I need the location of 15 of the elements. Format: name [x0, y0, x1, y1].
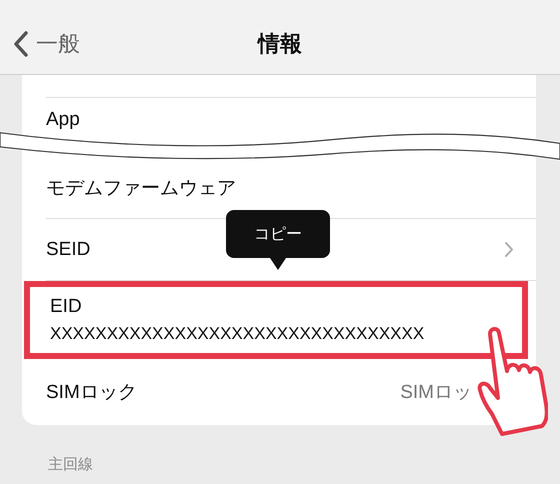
row-value: XXXXXXXXXXXXXXXXXXXXXXXXXXXXXXXXX: [50, 324, 424, 344]
back-chevron-icon: [14, 31, 28, 57]
row-value: SIMロッ: [400, 381, 472, 405]
row-label: モデムファームウェア: [46, 176, 236, 200]
settings-row[interactable]: App: [46, 98, 536, 131]
chevron-icon: [504, 241, 514, 258]
section-header: 主回線: [47, 455, 94, 474]
screen-title: 情報: [258, 30, 302, 58]
highlighted-row[interactable]: EID XXXXXXXXXXXXXXXXXXXXXXXXXXXXXXXXX: [24, 281, 528, 359]
row-label: SIMロック: [46, 381, 137, 405]
row-label: EID: [50, 296, 82, 318]
back-button[interactable]: 一般: [0, 29, 80, 59]
settings-row[interactable]: SIMロック SIMロッ: [46, 359, 472, 425]
row-label: SEID: [46, 238, 90, 260]
row-label: App: [46, 109, 80, 131]
